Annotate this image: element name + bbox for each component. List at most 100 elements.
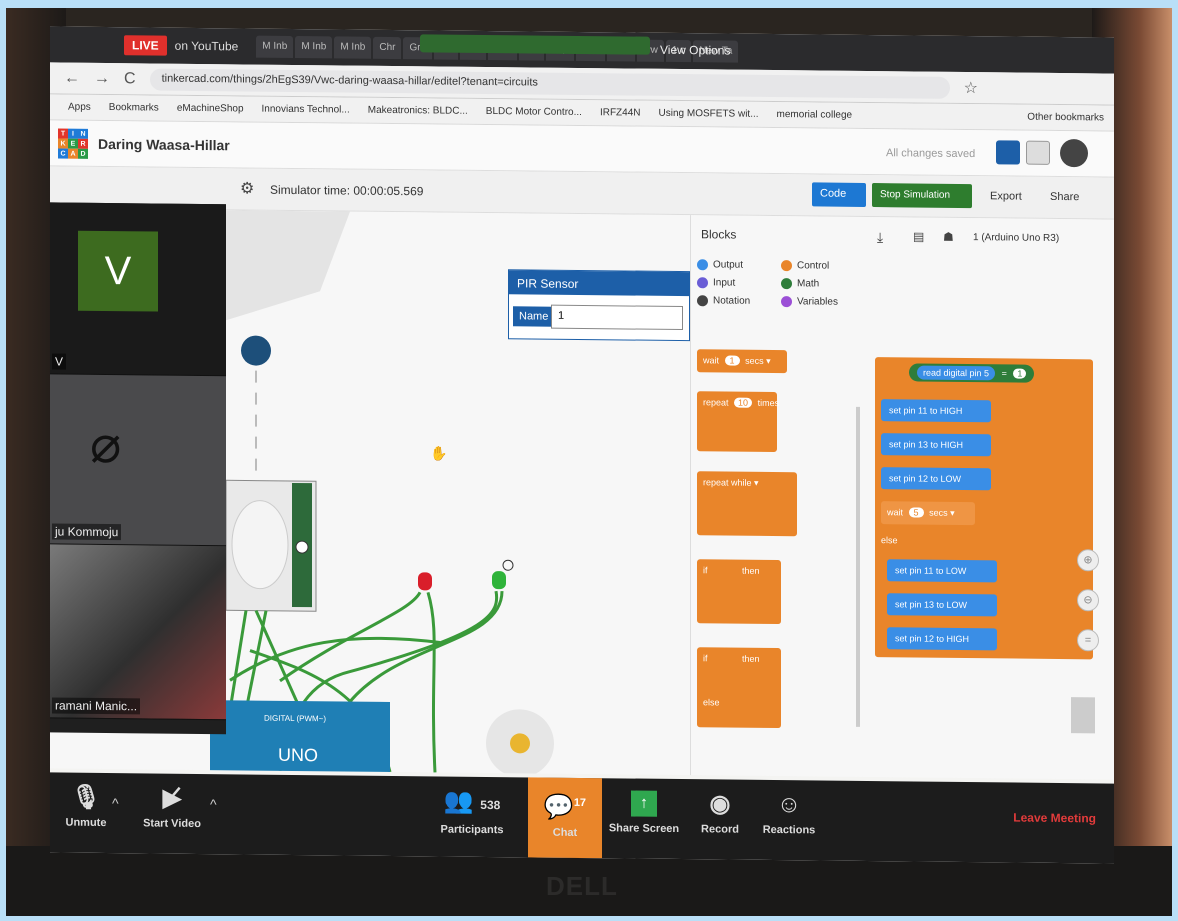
name-label: Name xyxy=(513,306,555,327)
debugger-icon[interactable]: ☗ xyxy=(943,230,954,244)
pir-sensor-inspector: PIR Sensor Name 1 xyxy=(508,269,690,342)
trash-icon[interactable] xyxy=(1071,697,1095,734)
live-badge: LIVE xyxy=(124,35,167,56)
mic-muted-icon: 🎙 xyxy=(70,783,102,811)
leave-meeting-button[interactable]: Leave Meeting xyxy=(1013,811,1096,826)
browser-tab[interactable]: M Inb xyxy=(334,36,372,59)
bookmark-item[interactable]: Using MOSFETS wit... xyxy=(659,108,759,120)
green-led xyxy=(492,571,506,590)
participant-avatar: V xyxy=(78,230,158,312)
tinkercad-logo[interactable]: TIN KER CAD xyxy=(58,128,88,159)
set-pin-block[interactable]: set pin 12 to HIGH xyxy=(887,627,997,651)
condition-block[interactable]: read digital pin 5 = 1 xyxy=(909,363,1035,383)
category-variables[interactable]: Variables xyxy=(781,296,838,308)
name-input[interactable]: 1 xyxy=(551,304,683,331)
code-button[interactable]: Code xyxy=(812,182,866,207)
dell-logo: DELL xyxy=(546,871,618,901)
inspector-title: PIR Sensor xyxy=(509,270,689,297)
share-screen-icon: ↑ xyxy=(631,790,657,817)
video-off-icon: ⌀ xyxy=(90,415,122,475)
participant-name: V xyxy=(52,353,67,370)
bookmark-item[interactable]: eMachineShop xyxy=(177,103,244,115)
avatar[interactable] xyxy=(1060,139,1088,168)
unmute-button[interactable]: 🎙 Unmute xyxy=(56,772,116,829)
list-view-icon[interactable] xyxy=(1026,140,1050,165)
video-off-icon: ▶̸ xyxy=(162,784,182,812)
set-pin-block[interactable]: set pin 11 to HIGH xyxy=(881,399,991,423)
pir-sensor-pot xyxy=(295,540,309,554)
set-pin-block[interactable]: set pin 13 to HIGH xyxy=(881,433,991,457)
stop-simulation-button[interactable]: Stop Simulation xyxy=(872,183,972,209)
bookmark-item[interactable]: Other bookmarks xyxy=(1027,112,1104,124)
view-options[interactable]: View Options xyxy=(660,43,730,58)
photo-frame: DELL LIVE on YouTube M Inb M Inb M Inb C… xyxy=(6,8,1172,916)
laptop-screen: LIVE on YouTube M Inb M Inb M Inb Chr Gm… xyxy=(50,26,1114,864)
board-select[interactable]: 1 (Arduino Uno R3) xyxy=(973,232,1059,244)
browser-tab[interactable]: M Inb xyxy=(256,35,294,58)
audio-chevron-icon[interactable]: ^ xyxy=(112,795,119,811)
if-then-block[interactable]: if then xyxy=(697,559,781,625)
share-screen-button[interactable]: ↑ Share Screen xyxy=(606,778,682,835)
bookmark-item[interactable]: memorial college xyxy=(777,109,853,121)
zoom-out-icon[interactable]: ⊖ xyxy=(1077,589,1099,612)
zoom-fit-icon[interactable]: = xyxy=(1077,629,1099,652)
category-input[interactable]: Input xyxy=(697,277,735,289)
category-output[interactable]: Output xyxy=(697,259,743,271)
record-icon: ◉ xyxy=(709,790,731,818)
bookmark-item[interactable]: IRFZ44N xyxy=(600,107,641,118)
participant-tile[interactable]: V V xyxy=(50,202,226,377)
reactions-button[interactable]: ☺ Reactions xyxy=(754,780,824,837)
record-button[interactable]: ◉ Record xyxy=(692,779,748,836)
browser-tab[interactable]: Chr xyxy=(373,36,402,60)
set-pin-block[interactable]: set pin 12 to LOW xyxy=(881,467,991,491)
circuit-view-icon[interactable] xyxy=(996,140,1020,165)
star-icon[interactable]: ☆ xyxy=(964,77,978,97)
forward-icon[interactable]: → xyxy=(94,69,110,87)
set-pin-block[interactable]: set pin 13 to LOW xyxy=(887,593,997,617)
bookmark-item[interactable]: BLDC Motor Contro... xyxy=(486,106,582,118)
start-video-button[interactable]: ▶̸ Start Video xyxy=(132,773,212,830)
chat-button[interactable]: 💬17 Chat xyxy=(528,777,602,859)
if-else-block[interactable]: if then else xyxy=(697,647,781,729)
url-input[interactable]: tinkercad.com/things/2hEgS39/Vwc-daring-… xyxy=(149,67,950,99)
zoom-control-bar: 🎙 Unmute ^ ▶̸ Start Video ^ 👥 538 Partic… xyxy=(50,772,1114,864)
palette-scrollbar[interactable] xyxy=(856,406,860,727)
category-notation[interactable]: Notation xyxy=(697,295,750,307)
zoom-in-icon[interactable]: ⊕ xyxy=(1077,549,1099,572)
bookmark-item[interactable]: Apps xyxy=(68,102,91,113)
repeat-block[interactable]: repeat 10 times xyxy=(697,391,779,453)
participant-name: ju Kommoju xyxy=(52,523,122,541)
back-icon[interactable]: ← xyxy=(64,69,80,87)
youtube-label: on YouTube xyxy=(174,38,239,54)
settings-icon[interactable]: ⚙ xyxy=(240,178,254,198)
download-icon[interactable]: ⤓ xyxy=(877,229,883,246)
video-chevron-icon[interactable]: ^ xyxy=(210,796,217,812)
participant-name: ramani Manic... xyxy=(52,697,141,715)
participants-button[interactable]: 👥 538 Participants xyxy=(430,776,514,837)
participant-tile[interactable]: ⌀ ju Kommoju xyxy=(50,374,226,547)
export-button[interactable]: Export xyxy=(990,190,1022,202)
serial-monitor-icon[interactable]: ▤ xyxy=(913,229,924,243)
zoom-share-banner xyxy=(420,34,650,55)
sensor-beam-shade xyxy=(226,210,350,321)
wait-block[interactable]: wait 1 secs ▾ xyxy=(697,349,787,374)
hand-cursor-icon: ✋ xyxy=(430,445,447,461)
reload-icon[interactable]: C xyxy=(124,70,136,88)
category-control[interactable]: Control xyxy=(781,260,829,272)
bookmark-item[interactable]: Innovians Technol... xyxy=(262,104,350,116)
design-name[interactable]: Daring Waasa-Hillar xyxy=(98,136,230,153)
pir-indicator-dot xyxy=(241,335,271,366)
bookmark-item[interactable]: Bookmarks xyxy=(109,102,159,114)
save-status: All changes saved xyxy=(886,147,976,161)
bookmark-item[interactable]: Makeatronics: BLDC... xyxy=(368,105,468,117)
browser-tab[interactable]: M Inb xyxy=(295,35,333,59)
repeat-while-block[interactable]: repeat while ▾ xyxy=(697,471,797,537)
simulator-time: Simulator time: 00:00:05.569 xyxy=(270,182,424,199)
participant-tile[interactable]: ramani Manic... xyxy=(50,544,226,721)
category-math[interactable]: Math xyxy=(781,278,819,289)
wait-script-block[interactable]: wait 5 secs ▾ xyxy=(881,501,975,526)
share-button[interactable]: Share xyxy=(1050,191,1079,203)
else-label: else xyxy=(881,535,898,546)
blocks-title: Blocks xyxy=(701,227,737,242)
set-pin-block[interactable]: set pin 11 to LOW xyxy=(887,559,997,583)
